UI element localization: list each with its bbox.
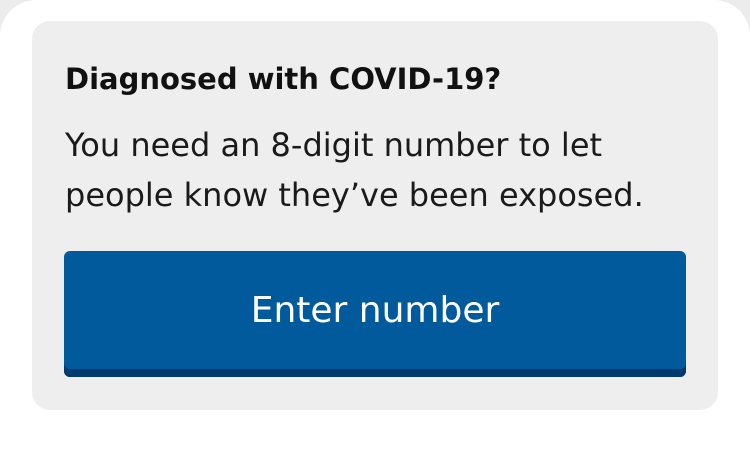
diagnosis-card: Diagnosed with COVID-19? You need an 8-d… bbox=[32, 21, 718, 410]
description-line-2: people know they’ve been exposed. bbox=[65, 176, 644, 214]
enter-number-button[interactable]: Enter number bbox=[64, 251, 686, 377]
card-description: You need an 8-digit number to let people… bbox=[65, 120, 695, 220]
sheet-container: Diagnosed with COVID-19? You need an 8-d… bbox=[0, 0, 750, 453]
card-title: Diagnosed with COVID-19? bbox=[65, 62, 502, 96]
description-line-1: You need an 8-digit number to let bbox=[65, 126, 603, 164]
